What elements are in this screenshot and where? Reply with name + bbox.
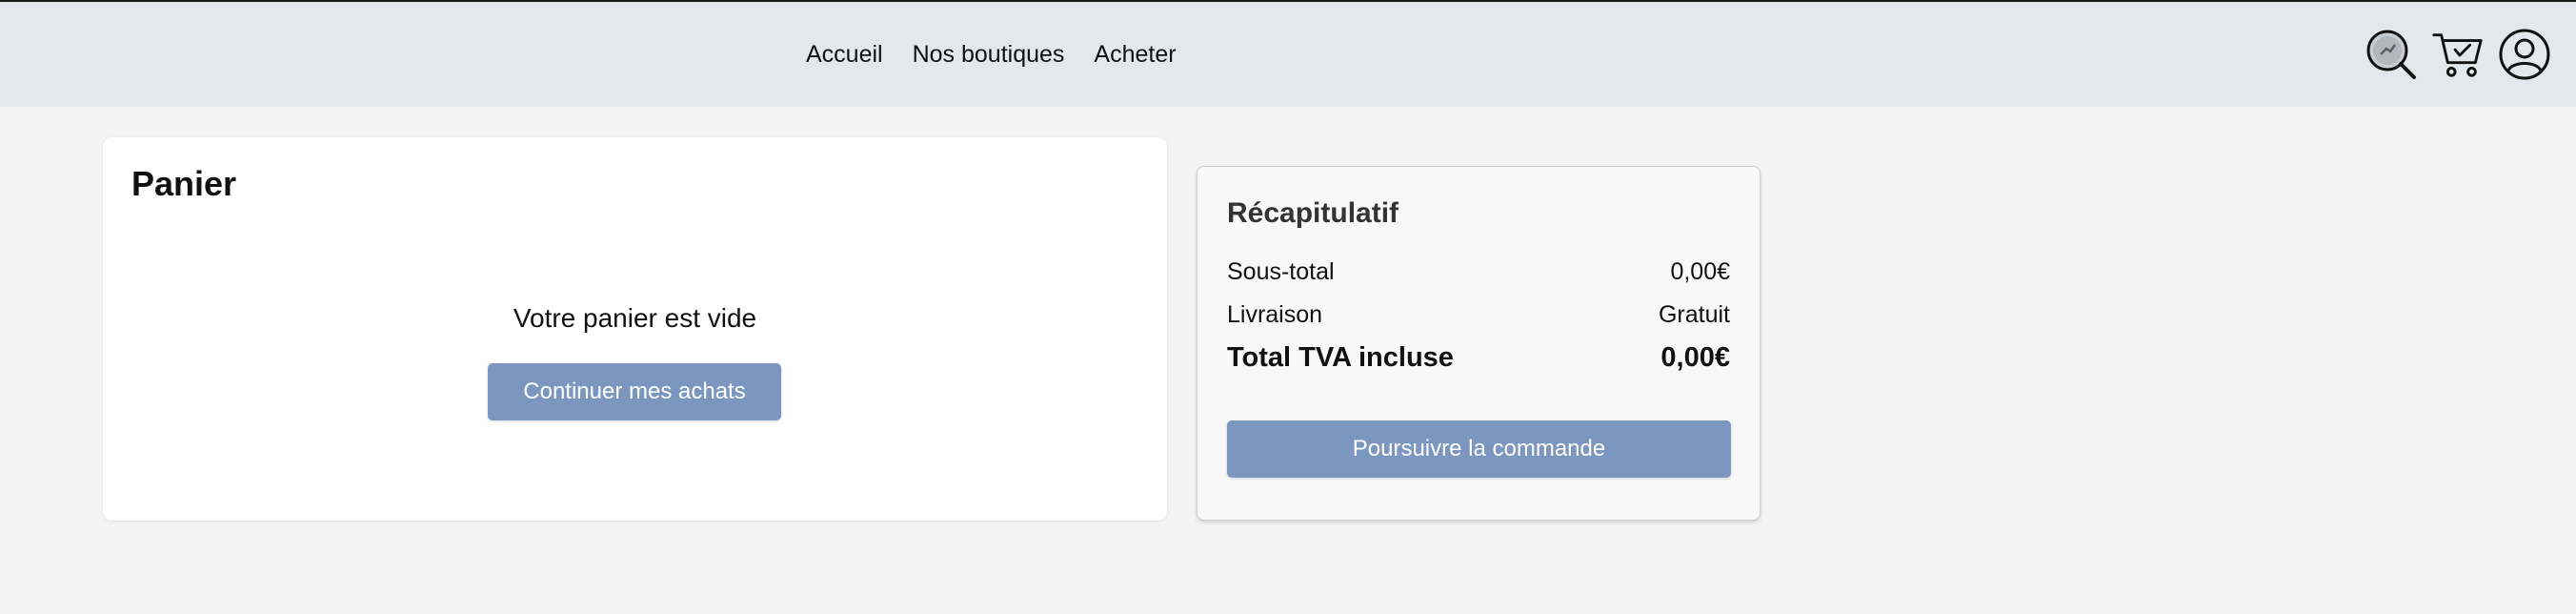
account-icon[interactable] [2498,25,2551,84]
cart-panel: Panier Votre panier est vide Continuer m… [103,137,1167,521]
proceed-order-button[interactable]: Poursuivre la commande [1227,420,1731,478]
nav-link-accueil[interactable]: Accueil [806,41,883,69]
continue-shopping-button[interactable]: Continuer mes achats [488,363,781,420]
cart-title: Panier [131,164,237,203]
shipping-value: Gratuit [1658,301,1730,328]
nav-link-nos-boutiques[interactable]: Nos boutiques [913,41,1065,69]
total-row: Total TVA incluse 0,00€ [1227,342,1730,374]
total-label: Total TVA incluse [1227,342,1454,373]
subtotal-label: Sous-total [1227,258,1335,285]
top-navbar: Accueil Nos boutiques Acheter [0,0,2576,107]
subtotal-row: Sous-total 0,00€ [1227,258,1730,286]
subtotal-value: 0,00€ [1670,258,1730,285]
search-icon[interactable] [2365,25,2418,84]
order-summary-panel: Récapitulatif Sous-total 0,00€ Livraison… [1197,166,1761,521]
shipping-label: Livraison [1227,301,1323,328]
header-icons [2365,23,2551,86]
summary-title: Récapitulatif [1227,197,1399,229]
nav-link-acheter[interactable]: Acheter [1094,41,1176,69]
main-nav: Accueil Nos boutiques Acheter [806,2,1177,107]
shipping-row: Livraison Gratuit [1227,301,1730,329]
cart-icon[interactable] [2431,25,2485,84]
total-value: 0,00€ [1660,342,1730,373]
empty-cart-message: Votre panier est vide [513,303,757,333]
